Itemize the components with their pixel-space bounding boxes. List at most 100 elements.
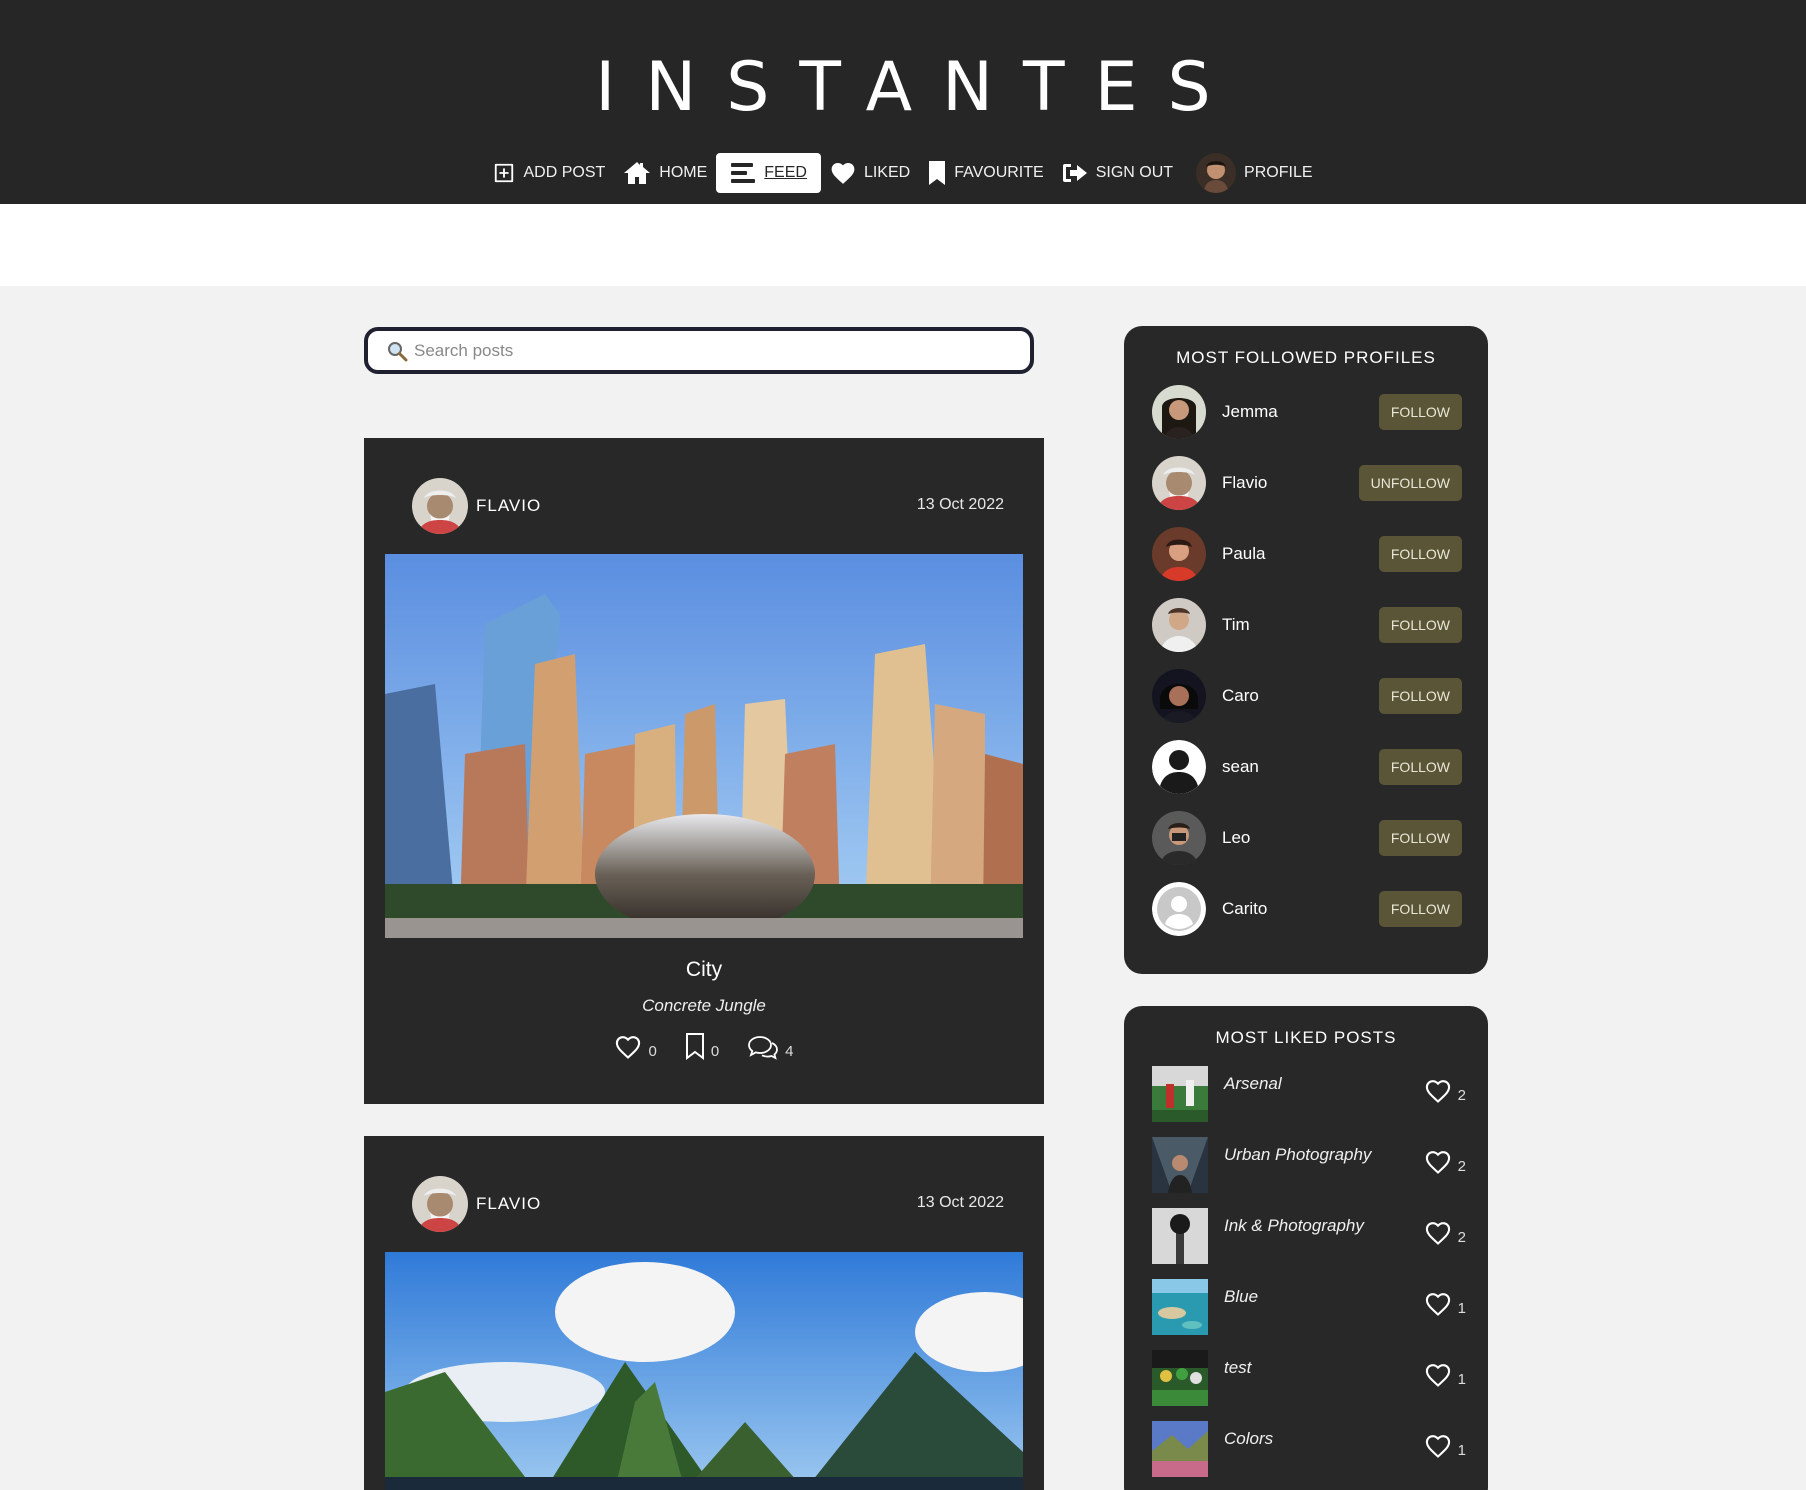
profile-row: Paula FOLLOW	[1152, 526, 1462, 582]
liked-post-row[interactable]: Colors 1	[1152, 1421, 1466, 1477]
profile-name[interactable]: Leo	[1222, 828, 1379, 848]
post-thumbnail[interactable]	[1152, 1279, 1208, 1335]
profile-row: Leo FOLLOW	[1152, 810, 1462, 866]
nav-profile-label: PROFILE	[1244, 164, 1313, 181]
avatar	[412, 478, 468, 534]
post-subtitle: Concrete Jungle	[642, 996, 766, 1015]
like-stat[interactable]: 0	[614, 1032, 657, 1060]
search-bar[interactable]	[364, 327, 1034, 374]
feed-icon	[731, 163, 756, 183]
comment-count: 4	[785, 1043, 794, 1060]
profile-row: sean FOLLOW	[1152, 739, 1462, 795]
comment-stat[interactable]: 4	[747, 1032, 794, 1060]
nav-favourite[interactable]: FAVOURITE	[919, 153, 1053, 193]
post-image[interactable]	[385, 554, 1023, 938]
avatar[interactable]	[1152, 740, 1206, 794]
avatar[interactable]	[1152, 456, 1206, 510]
nav-feed[interactable]: FEED	[716, 153, 821, 193]
nav-liked[interactable]: LIKED	[821, 153, 919, 193]
liked-post-row[interactable]: test 1	[1152, 1350, 1466, 1406]
post-username: FLAVIO	[476, 496, 542, 515]
liked-post-title: Colors	[1224, 1429, 1274, 1448]
avatar[interactable]	[1152, 882, 1206, 936]
post-thumbnail[interactable]	[1152, 1066, 1208, 1122]
search-input[interactable]	[414, 340, 974, 361]
heart-outline-icon	[1425, 1080, 1450, 1103]
post-date: 13 Oct 2022	[916, 496, 1004, 513]
follow-button[interactable]: FOLLOW	[1378, 678, 1462, 714]
plus-square-icon	[495, 163, 514, 183]
nav-sign-out[interactable]: SIGN OUT	[1053, 153, 1182, 193]
liked-post-title: test	[1224, 1358, 1252, 1377]
profile-name[interactable]: Flavio	[1222, 473, 1359, 493]
post-author[interactable]: FLAVIO	[412, 1176, 541, 1232]
search-icon	[388, 341, 408, 361]
nav-home[interactable]: HOME	[614, 153, 716, 193]
nav-favourite-label: FAVOURITE	[954, 164, 1044, 181]
most-followed-panel: MOST FOLLOWED PROFILES Jemma FOLLOW Flav…	[1124, 326, 1488, 974]
profile-name[interactable]: sean	[1222, 757, 1379, 777]
avatar[interactable]	[1152, 598, 1206, 652]
profile-row: Tim FOLLOW	[1152, 597, 1462, 653]
follow-button[interactable]: FOLLOW	[1378, 607, 1462, 643]
like-count: 1	[1457, 1442, 1466, 1459]
favourite-count: 0	[710, 1043, 720, 1060]
follow-button[interactable]: FOLLOW	[1378, 891, 1462, 927]
heart-outline-icon	[616, 1036, 641, 1059]
liked-post-row[interactable]: Ink & Photography 2	[1152, 1208, 1466, 1264]
favourite-stat[interactable]: 0	[685, 1032, 719, 1060]
avatar[interactable]	[1152, 527, 1206, 581]
follow-button[interactable]: FOLLOW	[1378, 536, 1462, 572]
post-thumbnail[interactable]	[1152, 1350, 1208, 1406]
post-card: FLAVIO 13 Oct 2022	[364, 1136, 1044, 1490]
profile-name[interactable]: Caro	[1222, 686, 1379, 706]
liked-post-title: Blue	[1224, 1287, 1259, 1306]
post-thumbnail[interactable]	[1152, 1208, 1208, 1264]
avatar[interactable]	[1152, 385, 1206, 439]
follow-button[interactable]: FOLLOW	[1378, 749, 1462, 785]
profile-row: Flavio UNFOLLOW	[1152, 455, 1462, 511]
avatar[interactable]	[1152, 811, 1206, 865]
avatar[interactable]	[1152, 669, 1206, 723]
post-image[interactable]	[385, 1252, 1023, 1490]
profile-row: Caro FOLLOW	[1152, 668, 1462, 724]
nav-home-label: HOME	[659, 164, 708, 181]
unfollow-button[interactable]: UNFOLLOW	[1358, 465, 1462, 501]
liked-post-title: Arsenal	[1224, 1074, 1282, 1093]
follow-button[interactable]: FOLLOW	[1378, 394, 1462, 430]
app-logo[interactable]: INSTANTES	[0, 48, 1806, 127]
nav-liked-label: LIKED	[863, 164, 911, 181]
profile-name[interactable]: Carito	[1222, 899, 1379, 919]
nav-add-post[interactable]: ADD POST	[484, 153, 614, 193]
banner-space	[0, 204, 1806, 286]
post-title: City	[685, 958, 723, 981]
profile-name[interactable]: Tim	[1222, 615, 1379, 635]
liked-post-row[interactable]: Blue 1	[1152, 1279, 1466, 1335]
profile-row: Jemma FOLLOW	[1152, 384, 1462, 440]
post-thumbnail[interactable]	[1152, 1421, 1208, 1477]
avatar	[412, 1176, 468, 1232]
profile-name[interactable]: Jemma	[1222, 402, 1379, 422]
post-thumbnail[interactable]	[1152, 1137, 1208, 1193]
panel-title: MOST LIKED POSTS	[1215, 1028, 1397, 1047]
liked-post-likes: 1	[1424, 1291, 1466, 1317]
liked-post-row[interactable]: Urban Photography 2	[1152, 1137, 1466, 1193]
liked-post-likes: 2	[1424, 1078, 1466, 1104]
liked-post-row[interactable]: Arsenal 2	[1152, 1066, 1466, 1122]
follow-button[interactable]: FOLLOW	[1378, 820, 1462, 856]
nav-add-post-label: ADD POST	[523, 164, 606, 181]
sign-out-icon	[1062, 164, 1087, 182]
post-author[interactable]: FLAVIO	[412, 478, 541, 534]
header: INSTANTES ADD POST HOME FEED LIKED FAVOU…	[0, 0, 1806, 204]
bookmark-outline-icon	[685, 1033, 704, 1060]
nav-profile[interactable]: PROFILE	[1182, 153, 1321, 193]
profile-row: Carito FOLLOW	[1152, 881, 1462, 937]
liked-post-title: Ink & Photography	[1224, 1216, 1364, 1235]
profile-name[interactable]: Paula	[1222, 544, 1379, 564]
heart-outline-icon	[1425, 1222, 1450, 1245]
like-count: 0	[648, 1043, 657, 1060]
like-count: 1	[1457, 1371, 1466, 1388]
like-count: 2	[1457, 1229, 1466, 1246]
heart-outline-icon	[1425, 1435, 1450, 1458]
post-username: FLAVIO	[476, 1194, 542, 1213]
